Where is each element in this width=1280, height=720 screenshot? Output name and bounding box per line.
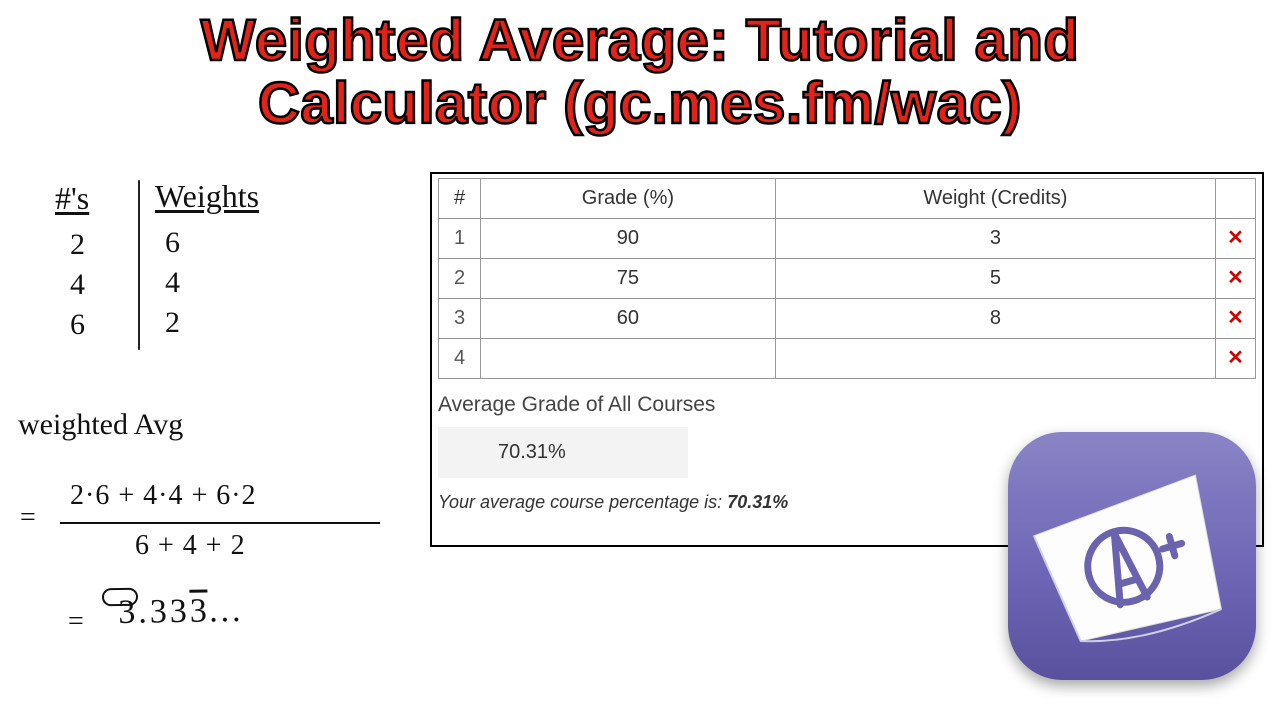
weight-cell[interactable]: 3 [775, 219, 1215, 259]
weight-cell[interactable]: 5 [775, 259, 1215, 299]
hw-divider [138, 180, 140, 350]
delete-row-icon[interactable]: ✕ [1227, 308, 1244, 328]
grades-table: # Grade (%) Weight (Credits) 1 90 3 ✕ 2 … [438, 178, 1256, 379]
hw-equals-2: = [68, 606, 85, 638]
hw-w-3: 2 [165, 306, 180, 340]
page-title: Weighted Average: Tutorial and Calculato… [0, 10, 1280, 135]
grade-cell[interactable] [481, 339, 776, 379]
col-weight-header: Weight (Credits) [775, 179, 1215, 219]
hw-col1-header: #'s [55, 180, 89, 217]
delete-row-icon[interactable]: ✕ [1227, 348, 1244, 368]
average-label: Average Grade of All Courses [438, 393, 1256, 417]
hw-equals-1: = [20, 502, 37, 534]
row-idx: 4 [439, 339, 481, 379]
hw-col2-header: Weights [155, 178, 259, 215]
col-grade-header: Grade (%) [481, 179, 776, 219]
table-row: 3 60 8 ✕ [439, 299, 1256, 339]
row-idx: 2 [439, 259, 481, 299]
hw-result: 3.333… [118, 592, 245, 632]
average-sentence-value: 70.31% [727, 492, 788, 512]
delete-row-icon[interactable]: ✕ [1227, 228, 1244, 248]
table-row: 4 ✕ [439, 339, 1256, 379]
hw-result-suffix: … [207, 592, 245, 630]
hw-w-2: 4 [165, 266, 180, 300]
average-value-box: 70.31% [438, 427, 688, 478]
average-sentence-prefix: Your average course percentage is: [438, 492, 727, 512]
hw-n-1: 2 [70, 228, 85, 262]
hw-w-1: 6 [165, 226, 180, 260]
grade-cell[interactable]: 90 [481, 219, 776, 259]
grade-cell[interactable]: 60 [481, 299, 776, 339]
hw-result-prefix: 3.33 [118, 593, 190, 631]
title-line-2: Calculator (gc.mes.fm/wac) [258, 71, 1022, 136]
title-line-1: Weighted Average: Tutorial and [201, 8, 1080, 73]
aplus-app-icon [1008, 432, 1256, 680]
hw-weighted-avg-label: weighted Avg [18, 408, 183, 442]
delete-row-icon[interactable]: ✕ [1227, 268, 1244, 288]
col-idx-header: # [439, 179, 481, 219]
row-idx: 3 [439, 299, 481, 339]
col-delete-header [1216, 179, 1256, 219]
table-row: 1 90 3 ✕ [439, 219, 1256, 259]
hw-n-3: 6 [70, 308, 85, 342]
weight-cell[interactable]: 8 [775, 299, 1215, 339]
hw-fraction-bar [60, 522, 380, 524]
grade-cell[interactable]: 75 [481, 259, 776, 299]
hw-result-box: 3.333… [102, 588, 138, 607]
hw-numerator: 2·6 + 4·4 + 6·2 [70, 480, 257, 512]
hw-denominator: 6 + 4 + 2 [135, 530, 246, 562]
hw-result-overline: 3 [189, 592, 208, 629]
weight-cell[interactable] [775, 339, 1215, 379]
hw-n-2: 4 [70, 268, 85, 302]
table-row: 2 75 5 ✕ [439, 259, 1256, 299]
row-idx: 1 [439, 219, 481, 259]
